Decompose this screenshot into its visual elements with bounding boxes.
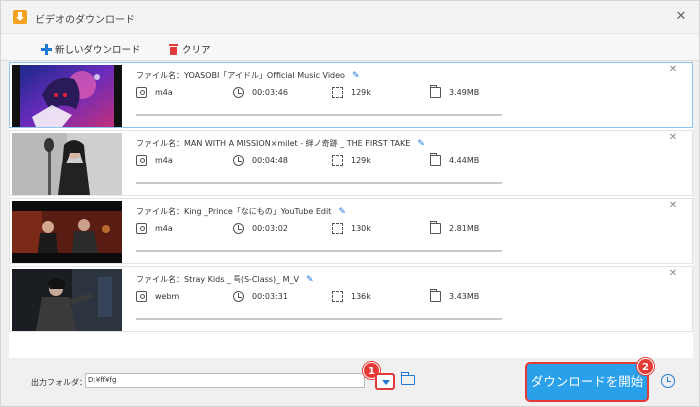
plus-icon bbox=[41, 43, 52, 55]
app-logo-icon bbox=[13, 10, 27, 24]
download-item[interactable]: ファイル名：YOASOBI「アイドル」Official Music Video ✎… bbox=[9, 62, 693, 128]
progress-bar bbox=[136, 250, 502, 252]
download-list: ファイル名：YOASOBI「アイドル」Official Music Video ✎… bbox=[9, 62, 693, 358]
format-icon bbox=[136, 155, 147, 166]
download-window: ビデオのダウンロード ✕ 新しいダウンロード クリア ファイル名：YOASOBI… bbox=[0, 0, 700, 407]
video-thumbnail bbox=[12, 65, 122, 127]
file-name: ファイル名：Stray Kids _ 특(S-Class)_ M_V ✎ bbox=[136, 275, 314, 285]
progress-bar bbox=[136, 318, 502, 320]
output-folder-label: 出力フォルダ： bbox=[31, 378, 87, 387]
remove-item-button[interactable]: ✕ bbox=[666, 200, 680, 211]
duration-field: 00:03:02 bbox=[233, 223, 288, 234]
trash-icon bbox=[169, 43, 178, 55]
edit-icon[interactable]: ✎ bbox=[417, 139, 425, 149]
resolution-icon bbox=[332, 87, 343, 98]
clear-label: クリア bbox=[182, 45, 211, 56]
clock-icon bbox=[233, 87, 244, 98]
progress-bar bbox=[136, 182, 502, 184]
format-icon bbox=[136, 223, 147, 234]
file-name: ファイル名：YOASOBI「アイドル」Official Music Video ✎ bbox=[136, 71, 360, 81]
download-item[interactable]: ファイル名：King _Prince「なにもの」YouTube Edit ✎ m4… bbox=[9, 198, 693, 264]
resolution-icon bbox=[332, 155, 343, 166]
edit-icon[interactable]: ✎ bbox=[352, 71, 360, 81]
step-badge-2: 2 bbox=[637, 358, 654, 375]
bottom-bar: 出力フォルダ： D:¥ff¥fg 1 ダウンロードを開始 2 bbox=[1, 358, 699, 406]
format-icon bbox=[136, 291, 147, 302]
format-field: m4a bbox=[136, 223, 173, 234]
folder-icon bbox=[430, 85, 441, 98]
format-icon bbox=[136, 87, 147, 98]
size-field: 3.49MB bbox=[430, 85, 479, 98]
open-folder-icon[interactable] bbox=[401, 372, 415, 385]
clock-icon bbox=[233, 223, 244, 234]
size-field: 2.81MB bbox=[430, 221, 479, 234]
format-field: m4a bbox=[136, 87, 173, 98]
duration-field: 00:03:46 bbox=[233, 87, 288, 98]
new-download-button[interactable]: 新しいダウンロード bbox=[41, 42, 141, 56]
size-field: 4.44MB bbox=[430, 153, 479, 166]
file-name: ファイル名：MAN WITH A MISSION×milet - 絆ノ奇跡 _ … bbox=[136, 139, 425, 149]
folder-icon bbox=[430, 221, 441, 234]
new-download-label: 新しいダウンロード bbox=[55, 45, 141, 56]
format-field: m4a bbox=[136, 155, 173, 166]
clear-button[interactable]: クリア bbox=[169, 42, 211, 56]
toolbar: 新しいダウンロード クリア bbox=[1, 33, 699, 61]
remove-item-button[interactable]: ✕ bbox=[666, 268, 680, 279]
remove-item-button[interactable]: ✕ bbox=[666, 64, 680, 75]
folder-icon bbox=[430, 153, 441, 166]
edit-icon[interactable]: ✎ bbox=[338, 207, 346, 217]
size-field: 3.43MB bbox=[430, 289, 479, 302]
video-thumbnail bbox=[12, 201, 122, 263]
video-thumbnail bbox=[12, 269, 122, 331]
start-download-button[interactable]: ダウンロードを開始 bbox=[525, 362, 649, 402]
bitrate-field: 130k bbox=[332, 223, 371, 234]
output-folder-dropdown[interactable] bbox=[375, 373, 395, 390]
window-close-button[interactable]: ✕ bbox=[673, 9, 689, 25]
resolution-icon bbox=[332, 223, 343, 234]
format-field: webm bbox=[136, 291, 179, 302]
download-item[interactable]: ファイル名：Stray Kids _ 특(S-Class)_ M_V ✎ webm… bbox=[9, 266, 693, 332]
alarm-clock-icon[interactable] bbox=[661, 374, 675, 388]
video-thumbnail bbox=[12, 133, 122, 195]
edit-icon[interactable]: ✎ bbox=[306, 275, 314, 285]
bitrate-field: 136k bbox=[332, 291, 371, 302]
bitrate-field: 129k bbox=[332, 87, 371, 98]
duration-field: 00:04:48 bbox=[233, 155, 288, 166]
folder-icon bbox=[430, 289, 441, 302]
resolution-icon bbox=[332, 291, 343, 302]
window-title: ビデオのダウンロード bbox=[35, 15, 135, 26]
clock-icon bbox=[233, 291, 244, 302]
download-item[interactable]: ファイル名：MAN WITH A MISSION×milet - 絆ノ奇跡 _ … bbox=[9, 130, 693, 196]
title-bar: ビデオのダウンロード ✕ bbox=[1, 1, 699, 33]
clock-icon bbox=[233, 155, 244, 166]
progress-bar bbox=[136, 114, 502, 116]
bitrate-field: 129k bbox=[332, 155, 371, 166]
remove-item-button[interactable]: ✕ bbox=[666, 132, 680, 143]
duration-field: 00:03:31 bbox=[233, 291, 288, 302]
output-folder-input[interactable]: D:¥ff¥fg bbox=[85, 373, 365, 388]
file-name: ファイル名：King _Prince「なにもの」YouTube Edit ✎ bbox=[136, 207, 346, 217]
